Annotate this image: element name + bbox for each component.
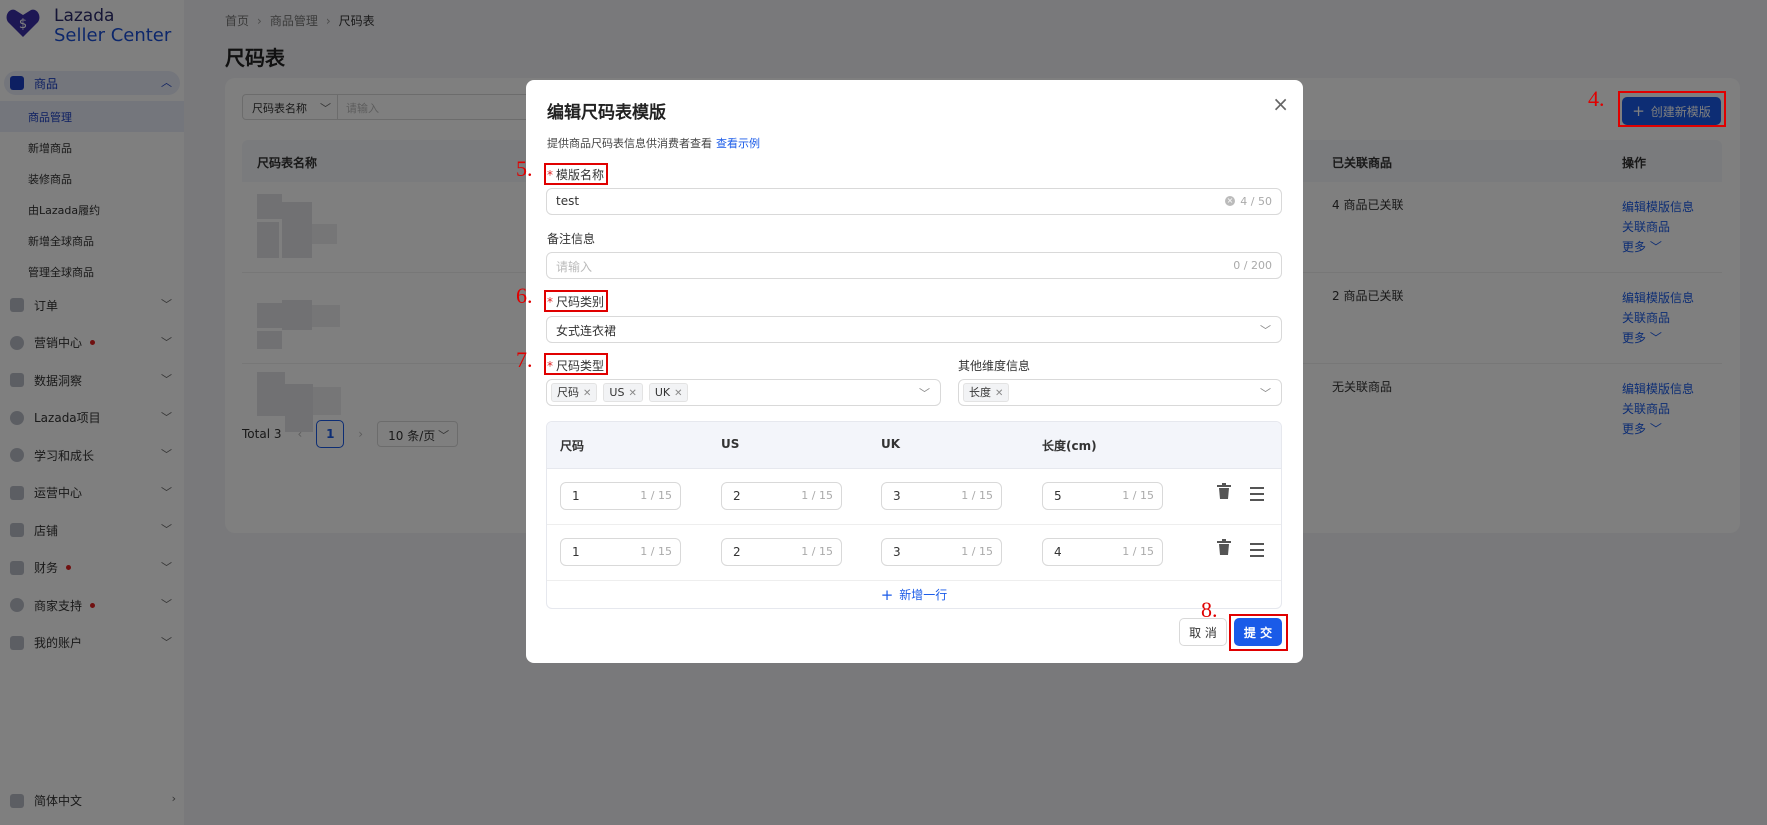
size-cell-input[interactable]: 31 / 15 xyxy=(881,482,1002,510)
size-category-label: * 尺码类别 xyxy=(547,295,605,309)
chevron-down-icon: ﹀ xyxy=(1260,387,1271,400)
step-annotation-8: 8. xyxy=(1201,597,1218,622)
chevron-down-icon: ﹀ xyxy=(1260,324,1271,337)
trash-icon[interactable] xyxy=(1217,539,1231,555)
size-table-header: 尺码 US UK 长度(cm) xyxy=(547,422,1281,469)
size-cell-input[interactable]: 21 / 15 xyxy=(721,482,842,510)
size-table: 尺码 US UK 长度(cm) 11 / 15 21 / 15 31 / 15 … xyxy=(546,421,1282,609)
size-cell-input[interactable]: 51 / 15 xyxy=(1042,482,1163,510)
plus-icon: + xyxy=(880,585,894,604)
dialog-title: 编辑尺码表模版 xyxy=(547,103,666,123)
size-cell-input[interactable]: 21 / 15 xyxy=(721,538,842,566)
close-icon[interactable]: ✕ xyxy=(583,388,591,399)
view-example-link[interactable]: 查看示例 xyxy=(716,137,760,150)
template-name-label: * 模版名称 xyxy=(547,168,605,182)
add-row-button[interactable]: + 新增一行 xyxy=(547,581,1281,608)
submit-button[interactable]: 提 交 xyxy=(1234,618,1282,646)
step-annotation-5: 5. xyxy=(516,156,533,181)
tag: 长度 ✕ xyxy=(963,383,1010,402)
trash-icon[interactable] xyxy=(1217,483,1231,499)
close-icon[interactable]: ✕ xyxy=(674,388,682,399)
size-category-select[interactable]: 女式连衣裙 ﹀ xyxy=(546,316,1282,343)
size-cell-input[interactable]: 31 / 15 xyxy=(881,538,1002,566)
other-dimension-multiselect[interactable]: 长度 ✕ ﹀ xyxy=(958,379,1282,406)
size-table-row: 11 / 15 21 / 15 31 / 15 41 / 15 xyxy=(547,525,1281,581)
chevron-down-icon: ﹀ xyxy=(919,387,930,400)
highlight-box xyxy=(1618,91,1726,127)
remark-input[interactable]: 请输入 0 / 200 xyxy=(546,252,1282,279)
template-name-input[interactable]: test × 4 / 50 xyxy=(546,188,1282,215)
tag: UK ✕ xyxy=(648,383,689,402)
tag: US ✕ xyxy=(603,383,643,402)
remark-label: 备注信息 xyxy=(547,232,596,246)
edit-size-chart-dialog: 编辑尺码表模版 × 提供商品尺码表信息供消费者查看 查看示例 5. * 模版名称 t… xyxy=(516,80,1303,663)
dialog-description: 提供商品尺码表信息供消费者查看 查看示例 xyxy=(547,137,760,150)
other-dimension-label: 其他维度信息 xyxy=(958,359,1031,373)
close-icon[interactable]: ✕ xyxy=(995,388,1003,399)
drag-handle-icon[interactable] xyxy=(1250,487,1264,505)
tag: 尺码 ✕ xyxy=(551,383,598,402)
step-annotation-6: 6. xyxy=(516,283,533,308)
size-type-multiselect[interactable]: 尺码 ✕ US ✕ UK ✕ ﹀ xyxy=(546,379,941,406)
close-icon[interactable]: × xyxy=(1272,92,1289,116)
drag-handle-icon[interactable] xyxy=(1250,543,1264,561)
char-count: 0 / 200 xyxy=(1233,259,1272,272)
size-cell-input[interactable]: 11 / 15 xyxy=(560,538,681,566)
char-count: 4 / 50 xyxy=(1240,195,1272,208)
close-icon[interactable]: ✕ xyxy=(628,388,636,399)
size-cell-input[interactable]: 11 / 15 xyxy=(560,482,681,510)
step-annotation-4: 4. xyxy=(1588,86,1605,111)
step-annotation-7: 7. xyxy=(516,347,533,372)
size-table-row: 11 / 15 21 / 15 31 / 15 51 / 15 xyxy=(547,469,1281,525)
clear-icon[interactable]: × xyxy=(1225,196,1235,206)
size-type-label: * 尺码类型 xyxy=(547,359,605,373)
size-cell-input[interactable]: 41 / 15 xyxy=(1042,538,1163,566)
